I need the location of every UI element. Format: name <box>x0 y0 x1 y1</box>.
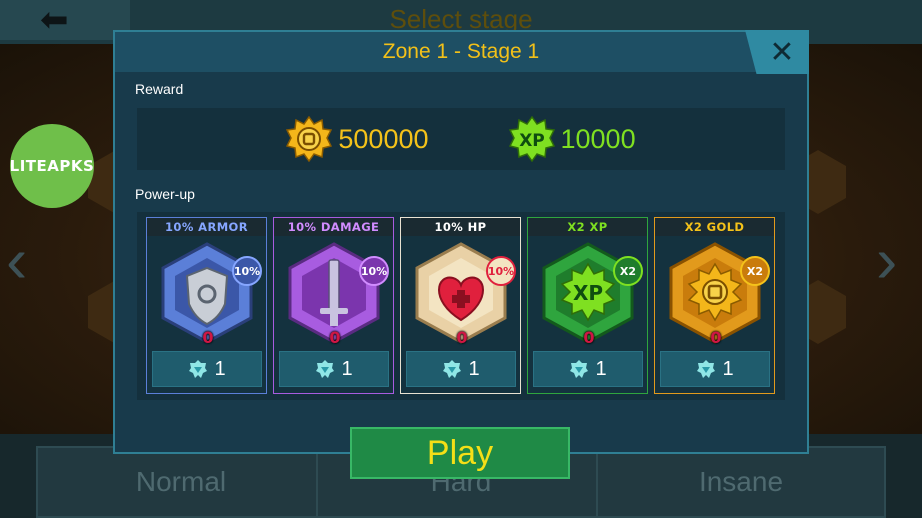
powerup-count: 0 <box>202 328 214 347</box>
play-label: Play <box>426 433 494 472</box>
xp-reward: XP 10000 <box>508 116 636 162</box>
powerup-title: 10% HP <box>401 218 520 236</box>
powerup-title: 10% ARMOR <box>147 218 266 236</box>
difficulty-insane-button[interactable]: Insane <box>596 446 886 518</box>
svg-text:XP: XP <box>519 131 545 151</box>
powerup-badge: X2 <box>613 256 643 286</box>
buy-armor-button[interactable]: 1 <box>152 351 262 387</box>
gem-icon <box>443 360 462 378</box>
close-icon: ✕ <box>769 34 795 70</box>
xp-reward-value: 10000 <box>560 123 636 154</box>
powerup-label: Power-up <box>135 186 195 202</box>
powerup-card-gold[interactable]: X2 GOLD X2 0 1 <box>654 217 775 394</box>
buy-xp-button[interactable]: 1 <box>533 351 643 387</box>
buy-gold-button[interactable]: 1 <box>660 351 770 387</box>
xp-badge-icon: XP <box>508 116 555 162</box>
gem-icon <box>570 360 589 378</box>
powerup-badge: 10% <box>486 256 516 286</box>
powerup-card-armor[interactable]: 10% ARMOR 10% 0 1 <box>146 217 267 394</box>
next-zone-arrow-icon[interactable]: › <box>876 228 897 292</box>
powerup-card-xp[interactable]: X2 XP XP X2 0 1 <box>527 217 648 394</box>
buy-cost: 1 <box>722 357 734 380</box>
gold-reward-value: 500000 <box>338 123 429 154</box>
buy-damage-button[interactable]: 1 <box>279 351 389 387</box>
prev-zone-arrow-icon[interactable]: ‹ <box>6 228 27 292</box>
powerup-badge: 10% <box>232 256 262 286</box>
buy-cost: 1 <box>468 357 480 380</box>
dialog-header: Zone 1 - Stage 1 <box>115 32 807 72</box>
powerup-count: 0 <box>583 328 595 347</box>
powerup-title: X2 XP <box>528 218 647 236</box>
watermark-badge: LITEAPKS <box>10 124 94 208</box>
difficulty-normal-button[interactable]: Normal <box>36 446 326 518</box>
reward-panel: 500000 XP 10000 <box>137 108 785 170</box>
buy-cost: 1 <box>341 357 353 380</box>
powerup-title: 10% DAMAGE <box>274 218 393 236</box>
buy-cost: 1 <box>595 357 607 380</box>
powerup-card-hp[interactable]: 10% HP 10% 0 1 <box>400 217 521 394</box>
gold-coin-icon <box>286 116 333 162</box>
powerup-card-damage[interactable]: 10% DAMAGE 10% 0 1 <box>273 217 394 394</box>
stage-dialog: Zone 1 - Stage 1 ✕ Reward 500000 XP 1000… <box>113 30 809 454</box>
buy-cost: 1 <box>214 357 226 380</box>
powerup-panel: 10% ARMOR 10% 0 1 10% DAMAGE 10% 0 1 10%… <box>137 212 785 400</box>
buy-hp-button[interactable]: 1 <box>406 351 516 387</box>
gem-icon <box>316 360 335 378</box>
powerup-count: 0 <box>456 328 468 347</box>
dialog-title: Zone 1 - Stage 1 <box>382 40 540 63</box>
powerup-title: X2 GOLD <box>655 218 774 236</box>
powerup-count: 0 <box>710 328 722 347</box>
powerup-badge: 10% <box>359 256 389 286</box>
play-button[interactable]: Play <box>350 427 570 479</box>
svg-text:XP: XP <box>573 281 603 305</box>
gem-icon <box>189 360 208 378</box>
gold-reward: 500000 <box>286 116 429 162</box>
gem-icon <box>697 360 716 378</box>
powerup-count: 0 <box>329 328 341 347</box>
reward-label: Reward <box>135 81 184 97</box>
powerup-badge: X2 <box>740 256 770 286</box>
